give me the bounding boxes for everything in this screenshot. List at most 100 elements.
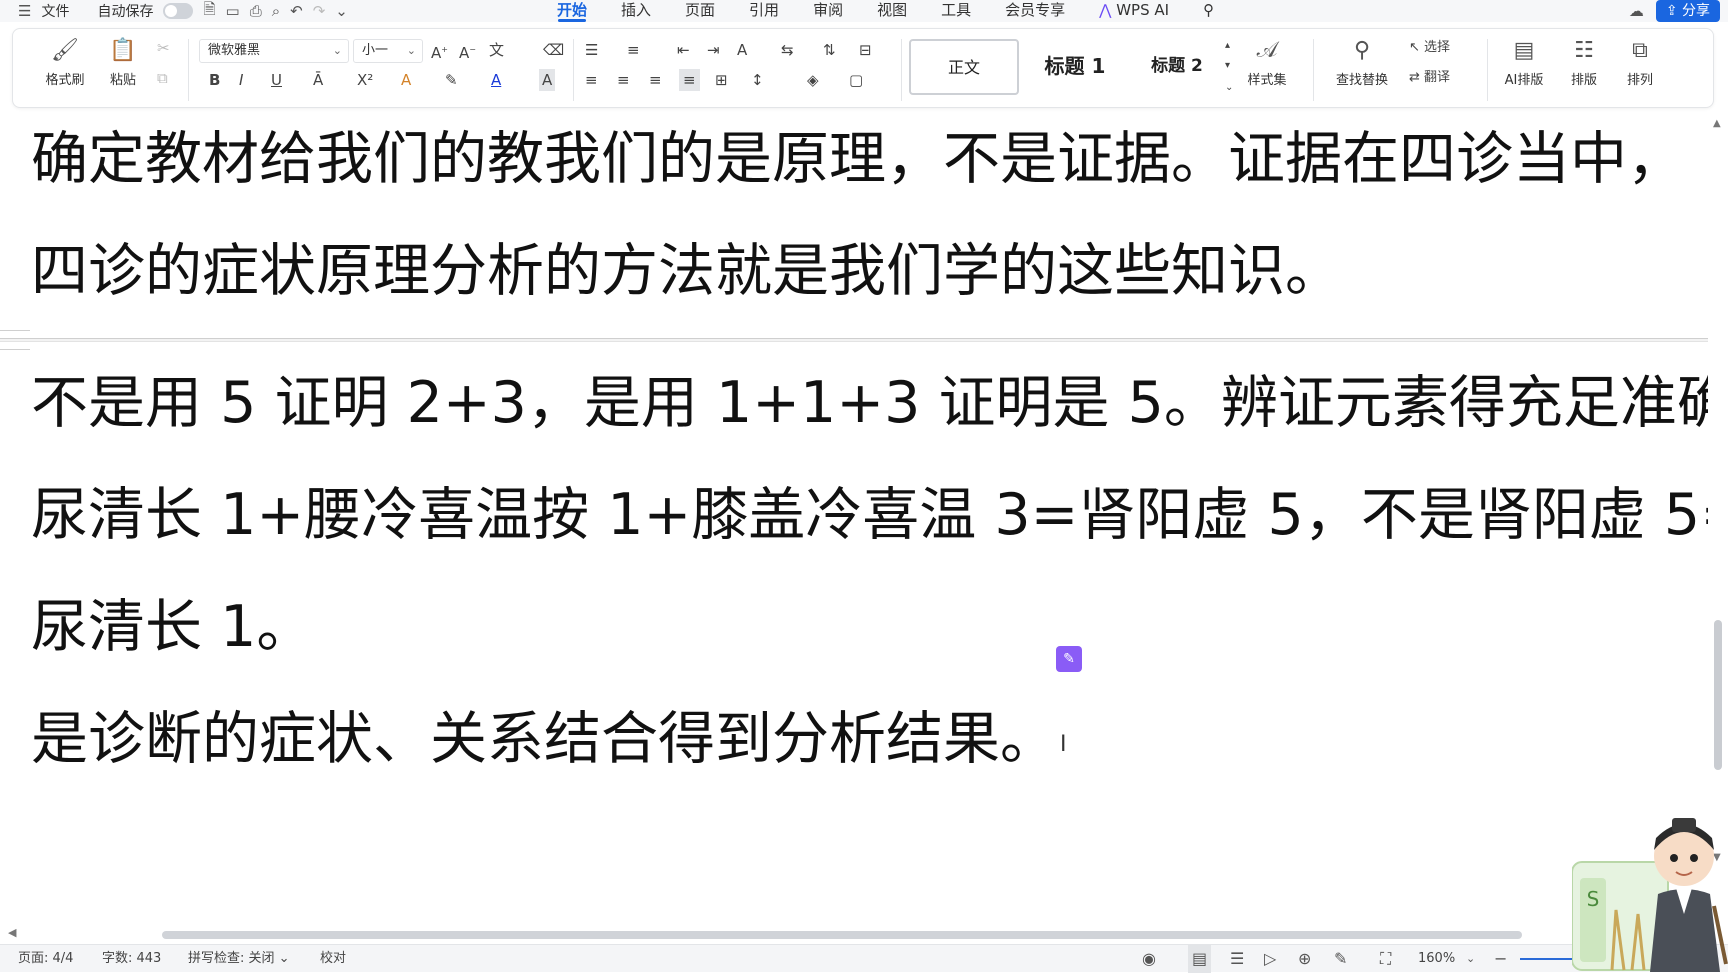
distributed-icon[interactable]: ⊞ <box>715 69 728 91</box>
justify-icon[interactable]: ≡ <box>679 69 700 91</box>
wps-ai-logo-icon: ⋀ <box>1099 1 1117 19</box>
play-icon[interactable]: ▷ <box>1264 945 1276 973</box>
zoom-out-icon[interactable]: − <box>1494 945 1507 973</box>
find-replace-button[interactable]: ⚲ 查找替换 <box>1325 33 1399 88</box>
magnifier-icon: ⚲ <box>1353 38 1371 63</box>
doc-line[interactable]: 四诊的症状原理分析的方法就是我们学的这些知识。 <box>31 236 1342 306</box>
save-icon[interactable]: 🗎 <box>203 0 215 24</box>
autosave-toggle[interactable] <box>163 3 194 19</box>
font-color-icon[interactable]: A <box>491 69 501 91</box>
show-marks-icon[interactable]: ⊟ <box>859 39 872 61</box>
select-button[interactable]: ↖ 选择 <box>1409 37 1450 59</box>
chevron-down-icon[interactable]: ⌄ <box>1466 945 1475 973</box>
phonetic-guide-icon[interactable]: 文 <box>489 39 504 61</box>
scroll-up-icon[interactable]: ▲ <box>1713 118 1721 129</box>
print-icon[interactable]: ⎙ <box>250 2 262 20</box>
decrease-indent-icon[interactable]: ⇤ <box>677 39 690 61</box>
style-heading-2[interactable]: 标题 2 <box>1131 39 1223 95</box>
style-expand-icon[interactable]: ⌄ <box>1225 77 1233 99</box>
spell-check-toggle[interactable]: 拼写检查: 关闭 ⌄ <box>188 945 290 973</box>
bold-icon[interactable]: B <box>209 69 220 91</box>
scroll-left-icon[interactable]: ◀ <box>8 926 16 939</box>
doc-line[interactable]: 不是用 5 证明 2+3，是用 1+1+3 证明是 5。辨证元素得充足准确。 <box>31 368 1708 438</box>
tab-view[interactable]: 视图 <box>860 0 924 22</box>
cut-icon[interactable]: ✂ <box>157 37 170 59</box>
shading-icon[interactable]: ◈ <box>807 69 819 91</box>
undo-icon[interactable]: ↶ <box>290 2 303 20</box>
fit-page-icon[interactable]: ⛶ <box>1380 945 1391 973</box>
cloud-upload-icon[interactable]: ☁ <box>1629 2 1644 20</box>
pen-icon[interactable]: ✎ <box>1334 945 1347 973</box>
redo-icon[interactable]: ↷ <box>313 2 326 20</box>
tab-home[interactable]: 开始 <box>540 0 604 22</box>
hamburger-menu-icon[interactable]: ☰ <box>18 2 31 20</box>
align-left-icon[interactable]: ≡ <box>585 69 598 91</box>
increase-indent-icon[interactable]: ⇥ <box>707 39 720 61</box>
outline-view-icon[interactable]: ☰ <box>1230 945 1244 973</box>
search-icon[interactable]: ⚲ <box>1186 0 1231 22</box>
italic-icon[interactable]: I <box>239 69 243 91</box>
style-scroll-up-icon[interactable]: ▴ <box>1225 35 1230 57</box>
print-preview-icon[interactable]: ⌕ <box>272 2 280 20</box>
tab-references[interactable]: 引用 <box>732 0 796 22</box>
horizontal-scroll-thumb[interactable] <box>162 931 1522 939</box>
copy-icon[interactable]: ⧉ <box>157 67 168 89</box>
translate-button[interactable]: ⇄ 翻译 <box>1409 67 1450 89</box>
text-direction-icon[interactable]: ⇆ <box>781 39 794 61</box>
format-painter-button[interactable]: 🖌 格式刷 <box>41 33 89 88</box>
tab-member[interactable]: 会员专享 <box>988 0 1082 22</box>
chinese-layout-icon[interactable]: A <box>737 39 747 61</box>
align-center-icon[interactable]: ≡ <box>617 69 630 91</box>
superscript-icon[interactable]: X² <box>357 69 373 91</box>
text-effect-icon[interactable]: A <box>401 69 411 91</box>
eye-protection-icon[interactable]: ◉ <box>1142 945 1156 973</box>
border-icon[interactable]: ▢ <box>849 69 863 91</box>
horizontal-scrollbar[interactable]: ◀ <box>0 926 1708 942</box>
char-shading-icon[interactable]: A <box>539 69 556 91</box>
style-set-button[interactable]: 𝒜 样式集 <box>1235 33 1299 88</box>
numbered-list-icon[interactable]: ≡ <box>627 39 640 61</box>
vertical-scroll-thumb[interactable] <box>1714 620 1722 770</box>
arrange-button[interactable]: ⧉ 排列 <box>1615 33 1665 88</box>
style-heading-1[interactable]: 标题 1 <box>1025 39 1125 95</box>
sort-icon[interactable]: ⇅ <box>823 39 836 61</box>
underline-icon[interactable]: U <box>271 69 282 91</box>
increase-font-icon[interactable]: A+ <box>431 39 448 62</box>
font-name-select[interactable]: 微软雅黑 ⌄ <box>199 39 349 63</box>
doc-line[interactable]: 尿清长 1+腰冷喜温按 1+膝盖冷喜温 3=肾阳虚 5，不是肾阳虚 5= <box>31 480 1708 550</box>
highlight-icon[interactable]: ✎ <box>445 69 458 91</box>
ai-layout-button[interactable]: ▤ AI排版 <box>1493 33 1555 88</box>
word-count[interactable]: 字数: 443 <box>102 945 161 973</box>
tab-review[interactable]: 审阅 <box>796 0 860 22</box>
font-size-select[interactable]: 小一 ⌄ <box>353 39 423 63</box>
share-button[interactable]: ⇪ 分享 <box>1655 0 1720 22</box>
paste-button[interactable]: 📋 粘贴 <box>99 33 147 88</box>
line-spacing-icon[interactable]: ↕ <box>751 69 764 91</box>
proofread-button[interactable]: 校对 <box>320 945 346 973</box>
tab-wps-ai[interactable]: ⋀ WPS AI <box>1082 0 1186 22</box>
document-canvas[interactable]: 确定教材给我们的教我们的是原理，不是证据。证据在四诊当中， 四诊的症状原理分析的… <box>0 112 1708 930</box>
ai-assist-float-icon[interactable]: ✎ <box>1056 646 1082 672</box>
web-view-icon[interactable]: ⊕ <box>1298 945 1311 973</box>
doc-line[interactable]: 确定教材给我们的教我们的是原理，不是证据。证据在四诊当中， <box>31 124 1684 194</box>
decrease-font-icon[interactable]: A− <box>459 39 476 62</box>
strikethrough-icon[interactable]: Ā <box>313 69 323 91</box>
clear-format-icon[interactable]: ⌫ <box>543 39 564 61</box>
customize-dropdown-icon[interactable]: ⌄ <box>335 2 348 20</box>
file-menu[interactable]: 文件 <box>41 1 69 21</box>
style-normal[interactable]: 正文 <box>909 39 1019 95</box>
page-indicator[interactable]: 页面: 4/4 <box>18 945 73 973</box>
layout-button[interactable]: ☷ 排版 <box>1559 33 1609 88</box>
tab-tools[interactable]: 工具 <box>924 0 988 22</box>
export-icon[interactable]: ▭ <box>226 2 240 20</box>
zoom-level[interactable]: 160% <box>1418 945 1455 973</box>
style-scroll-down-icon[interactable]: ▾ <box>1225 55 1230 77</box>
tab-insert[interactable]: 插入 <box>604 0 668 22</box>
vertical-scrollbar[interactable]: ▲ ▼ <box>1708 112 1728 930</box>
bullet-list-icon[interactable]: ☰ <box>585 39 598 61</box>
doc-line[interactable]: 是诊断的症状、关系结合得到分析结果。 <box>31 704 1057 774</box>
page-view-icon[interactable]: ▤ <box>1188 945 1212 973</box>
tab-page[interactable]: 页面 <box>668 0 732 22</box>
doc-line[interactable]: 尿清长 1。 <box>31 592 313 662</box>
align-right-icon[interactable]: ≡ <box>649 69 662 91</box>
